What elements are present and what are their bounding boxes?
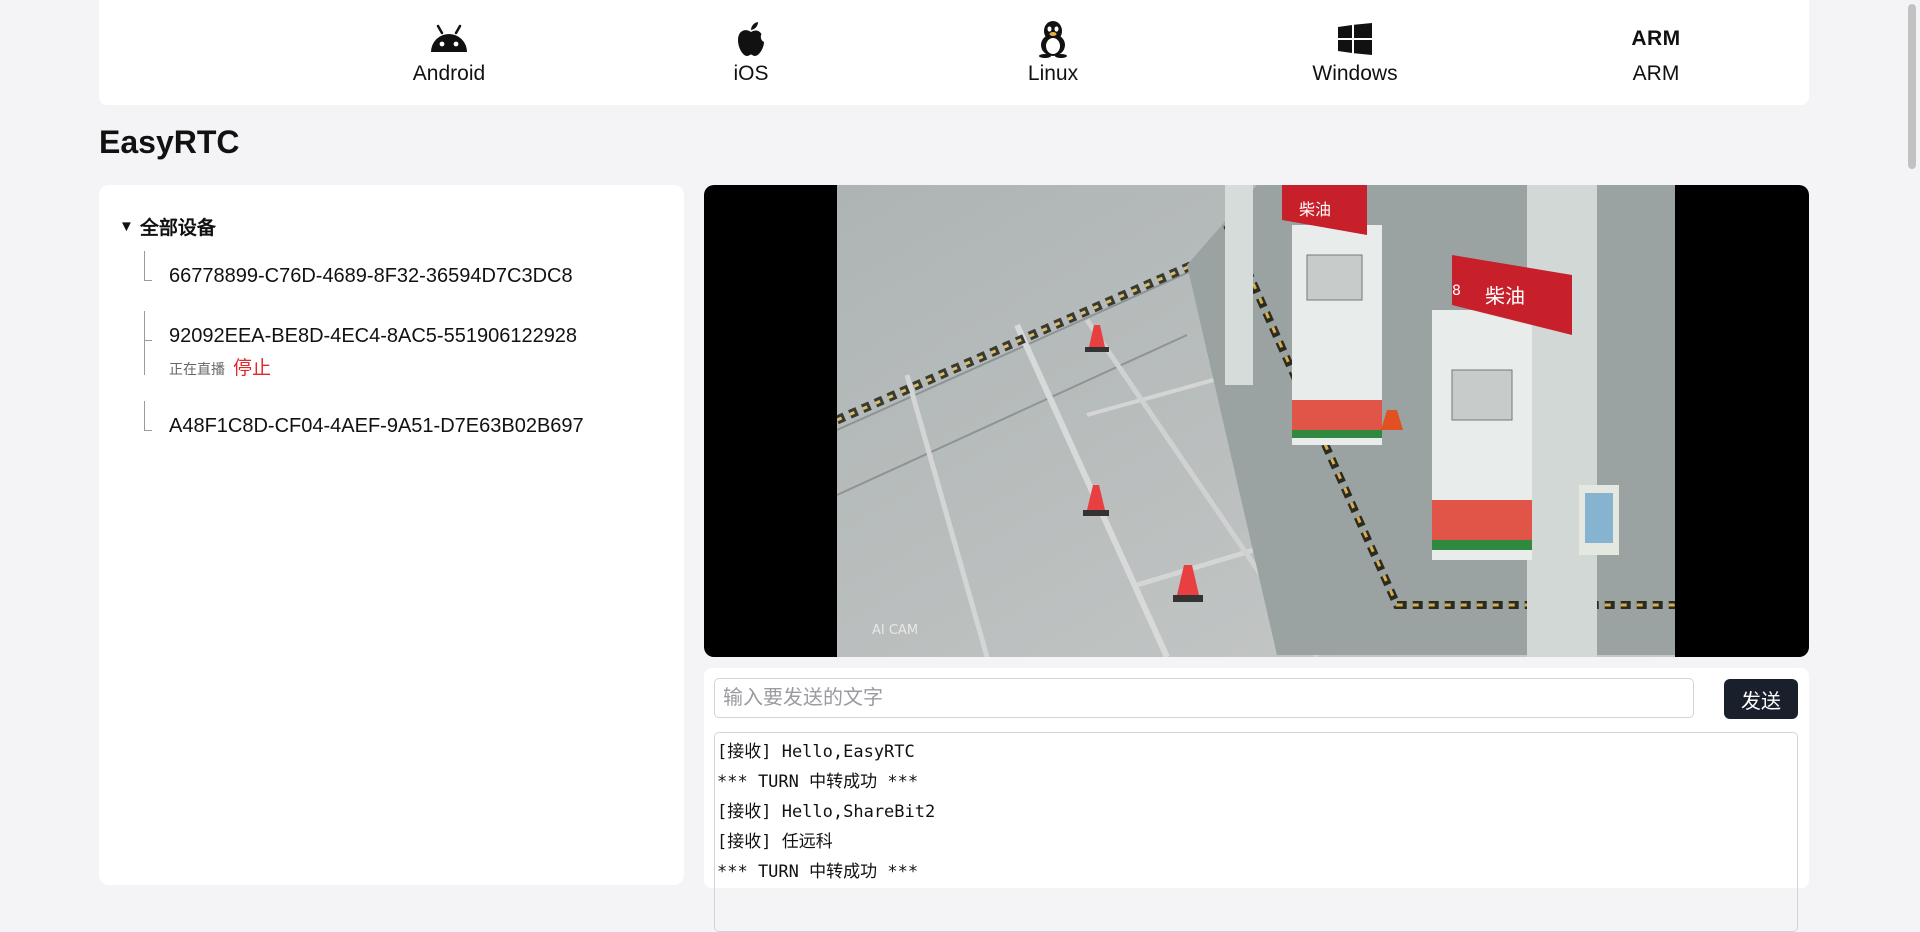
device-item[interactable]: 66778899-C76D-4689-8F32-36594D7C3DC8: [169, 265, 573, 288]
log-line: *** TURN 中转成功 ***: [717, 772, 919, 792]
platform-label: iOS: [733, 62, 769, 85]
pump-number-text: 8: [1452, 283, 1461, 299]
platform-label: Linux: [1027, 62, 1079, 85]
platform-arm[interactable]: ARM ARM: [1586, 22, 1726, 86]
platform-ios[interactable]: iOS: [681, 22, 821, 86]
platform-bar: Android iOS Linux Windows ARM ARM: [99, 0, 1809, 105]
send-button[interactable]: 发送: [1724, 679, 1798, 719]
message-log[interactable]: [接收] Hello,EasyRTC *** TURN 中转成功 *** [接收…: [714, 732, 1798, 932]
tree-connector: [144, 251, 145, 281]
tree-connector: [144, 401, 145, 431]
log-line: [接收] Hello,EasyRTC: [717, 742, 915, 762]
video-player[interactable]: 柴油 柴油 8 AI CAM: [704, 185, 1809, 657]
device-item[interactable]: A48F1C8D-CF04-4AEF-9A51-D7E63B02B697: [169, 415, 584, 438]
live-status-text: 正在直播: [169, 361, 225, 377]
tree-connector: [144, 340, 152, 341]
platform-linux[interactable]: Linux: [983, 21, 1123, 86]
page-title: EasyRTC: [99, 124, 240, 160]
video-frame: 柴油 柴油 8 AI CAM: [837, 185, 1675, 657]
log-line: [接收] Hello,ShareBit2: [717, 802, 936, 822]
device-item[interactable]: 92092EEA-BE8D-4EC4-8AC5-551906122928: [169, 325, 577, 348]
tree-connector: [144, 430, 152, 431]
platform-android[interactable]: Android: [379, 22, 519, 86]
message-panel: 发送 [接收] Hello,EasyRTC *** TURN 中转成功 *** …: [704, 668, 1809, 932]
linux-penguin-icon: [983, 21, 1123, 58]
apple-icon: [681, 22, 821, 56]
android-icon: [379, 22, 519, 56]
message-input[interactable]: [714, 678, 1694, 718]
log-line: *** TURN 中转成功 ***: [717, 862, 919, 882]
fuel-sign-text: 柴油: [1299, 200, 1331, 219]
stop-button[interactable]: 停止: [233, 353, 271, 380]
camera-overlay-label: AI CAM: [872, 623, 918, 638]
device-tree-panel: ▼ 全部设备 66778899-C76D-4689-8F32-36594D7C3…: [99, 185, 684, 885]
fuel-sign-text: 柴油: [1485, 284, 1525, 308]
tree-connector: [144, 280, 152, 281]
platform-label: ARM: [1632, 62, 1680, 85]
page-scrollbar[interactable]: [1903, 0, 1920, 869]
tree-root-label: 全部设备: [139, 218, 216, 239]
arm-logo: ARM: [1631, 27, 1681, 50]
platform-windows[interactable]: Windows: [1285, 22, 1425, 86]
windows-icon: [1285, 22, 1425, 56]
caret-down-icon: ▼: [119, 218, 134, 235]
platform-label: Windows: [1312, 62, 1398, 85]
device-status-row: 正在直播 停止: [169, 353, 271, 380]
scrollbar-thumb[interactable]: [1908, 4, 1916, 169]
device-tree-root[interactable]: ▼ 全部设备: [119, 213, 216, 240]
platform-label: Android: [412, 62, 486, 85]
log-line: [接收] 任远科: [717, 832, 833, 852]
tree-connector: [144, 311, 145, 375]
